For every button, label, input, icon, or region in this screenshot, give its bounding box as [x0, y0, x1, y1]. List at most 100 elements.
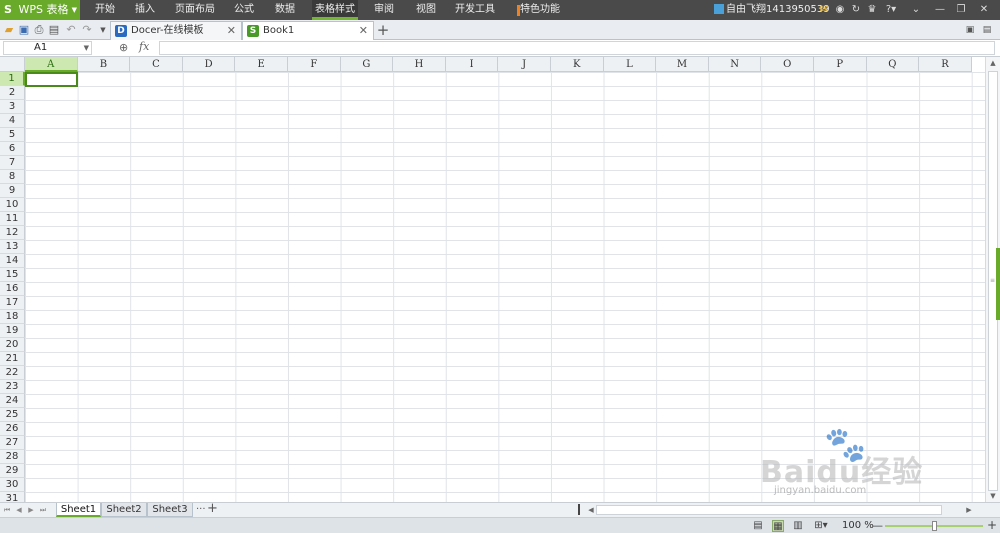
- row-header-30[interactable]: 30: [0, 478, 25, 492]
- insert-function-icon[interactable]: fx: [139, 40, 149, 53]
- row-header-14[interactable]: 14: [0, 254, 25, 268]
- column-header-l[interactable]: L: [603, 57, 657, 72]
- menu-developer-tools[interactable]: 开发工具: [452, 0, 498, 20]
- skin-icon[interactable]: ◉: [834, 4, 846, 16]
- menu-special-features[interactable]: 特色功能: [520, 0, 560, 20]
- scroll-down-icon[interactable]: ▼: [986, 490, 1000, 502]
- tab-menu-icon[interactable]: ▤: [980, 23, 994, 37]
- column-header-a[interactable]: A: [25, 57, 78, 72]
- row-header-24[interactable]: 24: [0, 394, 25, 408]
- menu-formula[interactable]: 公式: [229, 0, 259, 20]
- help-icon[interactable]: ?▾: [882, 4, 900, 16]
- menu-table-style[interactable]: 表格样式: [312, 0, 358, 20]
- column-header-d[interactable]: D: [182, 57, 236, 72]
- row-header-11[interactable]: 11: [0, 212, 25, 226]
- chevron-down-icon[interactable]: ▼: [84, 42, 89, 54]
- column-header-e[interactable]: E: [235, 57, 288, 72]
- restore-icon[interactable]: ❐: [955, 4, 967, 16]
- close-icon[interactable]: ✕: [227, 22, 236, 40]
- column-header-b[interactable]: B: [77, 57, 131, 72]
- column-header-g[interactable]: G: [340, 57, 394, 72]
- side-panel-handle[interactable]: [996, 248, 1000, 320]
- row-header-12[interactable]: 12: [0, 226, 25, 240]
- row-header-13[interactable]: 13: [0, 240, 25, 254]
- column-header-i[interactable]: I: [445, 57, 499, 72]
- open-icon[interactable]: ▰: [2, 23, 16, 37]
- column-header-j[interactable]: J: [498, 57, 551, 72]
- row-header-28[interactable]: 28: [0, 450, 25, 464]
- scroll-up-icon[interactable]: ▲: [986, 57, 1000, 69]
- menu-view[interactable]: 视图: [411, 0, 441, 20]
- row-header-23[interactable]: 23: [0, 380, 25, 394]
- row-header-25[interactable]: 25: [0, 408, 25, 422]
- active-cell-a1[interactable]: [25, 72, 78, 87]
- row-header-18[interactable]: 18: [0, 310, 25, 324]
- undo-icon[interactable]: ↶: [64, 23, 78, 37]
- zoom-slider-knob[interactable]: [932, 521, 937, 531]
- row-header-2[interactable]: 2: [0, 86, 25, 100]
- user-account[interactable]: 自由飞翔1413950539: [714, 0, 830, 20]
- print-icon[interactable]: ⎙: [32, 23, 46, 37]
- close-window-icon[interactable]: ✕: [978, 4, 990, 16]
- more-sheets-icon[interactable]: ···: [196, 503, 206, 516]
- normal-view-icon[interactable]: ▤: [752, 520, 764, 532]
- menu-data[interactable]: 数据: [270, 0, 300, 20]
- row-header-1[interactable]: 1: [0, 72, 25, 86]
- sheet-tab-2[interactable]: Sheet2: [101, 503, 147, 517]
- first-sheet-icon[interactable]: ⏮: [2, 504, 12, 516]
- row-header-4[interactable]: 4: [0, 114, 25, 128]
- app-menu-button[interactable]: S WPS 表格 ▼: [0, 0, 80, 20]
- prev-sheet-icon[interactable]: ◀: [14, 504, 24, 516]
- column-header-h[interactable]: H: [393, 57, 446, 72]
- row-header-21[interactable]: 21: [0, 352, 25, 366]
- tab-split-handle[interactable]: [578, 504, 580, 515]
- mail-icon[interactable]: ✉: [818, 4, 830, 16]
- name-box[interactable]: A1 ▼: [3, 41, 92, 55]
- tab-list-icon[interactable]: ▣: [963, 23, 977, 37]
- new-tab-button[interactable]: +: [376, 20, 390, 40]
- row-header-3[interactable]: 3: [0, 100, 25, 114]
- print-preview-icon[interactable]: ▤: [47, 23, 61, 37]
- column-header-r[interactable]: R: [919, 57, 972, 72]
- horizontal-scrollbar[interactable]: ◀ ▶: [586, 505, 976, 515]
- row-header-26[interactable]: 26: [0, 422, 25, 436]
- zoom-formula-icon[interactable]: ⊕: [119, 41, 128, 54]
- zoom-out-icon[interactable]: —: [872, 518, 883, 533]
- row-header-7[interactable]: 7: [0, 156, 25, 170]
- sheet-tab-1[interactable]: Sheet1: [56, 503, 101, 517]
- shirt-icon[interactable]: ♛: [866, 4, 878, 16]
- tab-book1[interactable]: S Book1 ✕: [242, 21, 374, 40]
- close-icon[interactable]: ✕: [359, 22, 368, 40]
- row-header-27[interactable]: 27: [0, 436, 25, 450]
- row-header-31[interactable]: 31: [0, 492, 25, 502]
- column-header-o[interactable]: O: [761, 57, 814, 72]
- add-sheet-button[interactable]: +: [207, 502, 218, 516]
- row-header-10[interactable]: 10: [0, 198, 25, 212]
- scroll-left-icon[interactable]: ◀: [586, 505, 596, 515]
- row-header-9[interactable]: 9: [0, 184, 25, 198]
- column-header-m[interactable]: M: [656, 57, 709, 72]
- fit-page-icon[interactable]: ⊞▾: [812, 520, 830, 532]
- column-header-f[interactable]: F: [288, 57, 341, 72]
- row-header-16[interactable]: 16: [0, 282, 25, 296]
- column-header-p[interactable]: P: [814, 57, 867, 72]
- column-header-n[interactable]: N: [708, 57, 762, 72]
- row-header-19[interactable]: 19: [0, 324, 25, 338]
- menu-insert[interactable]: 插入: [130, 0, 160, 20]
- menu-review[interactable]: 审阅: [369, 0, 399, 20]
- row-header-17[interactable]: 17: [0, 296, 25, 310]
- spreadsheet-grid[interactable]: ABCDEFGHIJKLMNOPQR 1 2 3 4 5 6 7 8 9 10 11 12 13 14 15…: [0, 57, 985, 502]
- select-all-corner[interactable]: [0, 57, 25, 72]
- row-header-22[interactable]: 22: [0, 366, 25, 380]
- sync-icon[interactable]: ↻: [850, 4, 862, 16]
- minimize-icon[interactable]: —: [934, 4, 946, 16]
- column-header-c[interactable]: C: [130, 57, 183, 72]
- cell-area[interactable]: [25, 72, 985, 502]
- collapse-ribbon-icon[interactable]: ⌄: [910, 4, 922, 16]
- row-header-6[interactable]: 6: [0, 142, 25, 156]
- row-header-5[interactable]: 5: [0, 128, 25, 142]
- zoom-in-icon[interactable]: +: [987, 518, 997, 533]
- next-sheet-icon[interactable]: ▶: [26, 504, 36, 516]
- page-break-view-icon[interactable]: ▥: [792, 520, 804, 532]
- row-header-8[interactable]: 8: [0, 170, 25, 184]
